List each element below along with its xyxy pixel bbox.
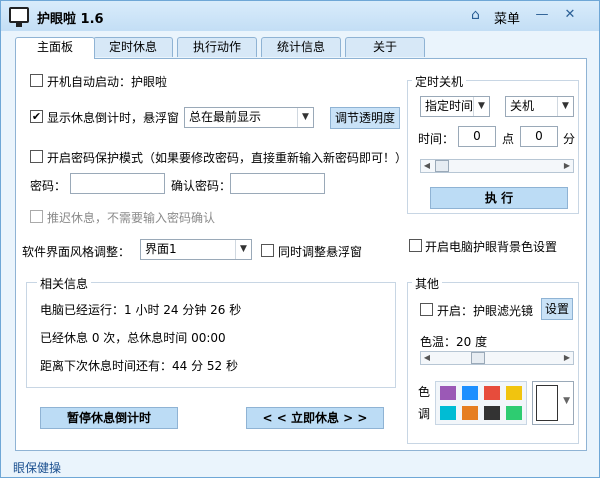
float-mode-value: 总在最前显示	[189, 110, 262, 124]
color-swatch-cyan[interactable]	[440, 406, 456, 420]
color-swatch-black[interactable]	[484, 406, 500, 420]
tab-actions[interactable]: 执行动作	[177, 37, 257, 57]
eye-exercise-link[interactable]: 眼保健操	[1, 456, 599, 477]
bg-color-checkbox[interactable]	[409, 239, 422, 252]
app-title: 护眼啦 1.6	[37, 12, 104, 27]
delay-rest-label: 推迟休息，不需要输入密码确认	[47, 211, 216, 225]
float-mode-select[interactable]: 总在最前显示 ▼	[184, 107, 314, 128]
sync-float-label: 同时调整悬浮窗	[278, 245, 363, 259]
password-field[interactable]	[70, 173, 165, 194]
opacity-button[interactable]: 调节透明度	[330, 107, 400, 129]
title-bar: 护眼啦 1.6 ⌂ 菜单 — ✕	[1, 1, 599, 31]
minute-suffix-label: 分	[563, 132, 576, 146]
color-label-top: 色	[418, 385, 431, 399]
color-palette	[435, 381, 527, 425]
other-group-title: 其他	[412, 275, 443, 292]
scroll-left-icon[interactable]: ◀	[421, 352, 433, 364]
other-group: 其他 开启：护眼滤光镜 设置 色温：20 度 ◀ ▶ 色 调 ▼	[407, 275, 579, 444]
time-label: 时间：	[418, 132, 455, 146]
color-swatch-yellow[interactable]	[506, 386, 522, 400]
shutdown-action-value: 关机	[510, 99, 535, 113]
password-mode-label: 开启密码保护模式（如果要修改密码，直接重新输入新密码即可！）	[47, 151, 408, 165]
uptime-text: 电脑已经运行：1 小时 24 分钟 26 秒	[40, 303, 242, 317]
home-icon[interactable]: ⌂	[471, 7, 480, 23]
custom-color-picker[interactable]: ▼	[532, 381, 574, 425]
minimize-button[interactable]: —	[534, 7, 550, 22]
chevron-down-icon: ▼	[563, 396, 570, 406]
tab-main[interactable]: 主面板	[15, 37, 95, 59]
show-countdown-label: 显示休息倒计时，悬浮窗	[47, 111, 180, 125]
scroll-left-icon[interactable]: ◀	[421, 160, 433, 172]
slider-thumb[interactable]	[435, 160, 449, 172]
color-swatch-blue[interactable]	[462, 386, 478, 400]
filter-settings-button[interactable]: 设置	[541, 298, 573, 320]
custom-color-preview	[536, 385, 558, 421]
eye-filter-checkbox[interactable]	[420, 303, 433, 316]
shutdown-action-select[interactable]: 关机 ▼	[505, 96, 574, 117]
show-countdown-checkbox[interactable]: ✔	[30, 110, 43, 123]
shutdown-group: 定时关机 指定时间 ▼ 关机 ▼ 时间： 0 点 0 分 ◀ ▶ 执 行	[407, 73, 579, 214]
shutdown-mode-select[interactable]: 指定时间 ▼	[420, 96, 490, 117]
main-panel: 开机自动启动：护眼啦 ✔ 显示休息倒计时，悬浮窗 总在最前显示 ▼ 调节透明度 …	[15, 58, 587, 451]
chevron-down-icon: ▼	[557, 97, 573, 116]
menu-button[interactable]: 菜单	[494, 8, 520, 27]
info-group-title: 相关信息	[37, 275, 92, 292]
close-button[interactable]: ✕	[562, 7, 578, 22]
autostart-checkbox[interactable]	[30, 74, 43, 87]
style-select[interactable]: 界面1 ▼	[140, 239, 252, 260]
rest-count-text: 已经休息 0 次，总休息时间 00:00	[40, 331, 226, 345]
scroll-right-icon[interactable]: ▶	[561, 160, 573, 172]
tab-stats[interactable]: 统计信息	[261, 37, 341, 57]
info-group: 相关信息 电脑已经运行：1 小时 24 分钟 26 秒 已经休息 0 次，总休息…	[26, 275, 396, 388]
rest-now-button[interactable]: < < 立即休息 > >	[246, 407, 384, 429]
color-swatch-green[interactable]	[506, 406, 522, 420]
minute-field[interactable]: 0	[520, 126, 558, 147]
eye-filter-label: 开启：护眼滤光镜	[437, 304, 534, 318]
color-temp-label: 色温：20 度	[420, 335, 488, 349]
app-window: 护眼啦 1.6 ⌂ 菜单 — ✕ 主面板 定时休息 执行动作 统计信息 关于 开…	[0, 0, 600, 478]
hour-field[interactable]: 0	[458, 126, 496, 147]
confirm-password-field[interactable]	[230, 173, 325, 194]
chevron-down-icon: ▼	[297, 108, 313, 127]
shutdown-time-slider[interactable]: ◀ ▶	[420, 159, 574, 173]
color-label-bottom: 调	[418, 407, 431, 421]
color-swatch-purple[interactable]	[440, 386, 456, 400]
color-temp-slider[interactable]: ◀ ▶	[420, 351, 574, 365]
pause-countdown-button[interactable]: 暂停休息倒计时	[40, 407, 178, 429]
color-swatch-orange[interactable]	[462, 406, 478, 420]
password-mode-checkbox[interactable]	[30, 150, 43, 163]
slider-thumb[interactable]	[471, 352, 485, 364]
chevron-down-icon: ▼	[473, 97, 489, 116]
next-rest-text: 距离下次休息时间还有：44 分 52 秒	[40, 359, 238, 373]
monitor-icon	[9, 7, 29, 27]
style-value: 界面1	[145, 242, 177, 256]
tab-about[interactable]: 关于	[345, 37, 425, 57]
autostart-label: 开机自动启动：护眼啦	[47, 75, 168, 89]
execute-button[interactable]: 执 行	[430, 187, 568, 209]
chevron-down-icon: ▼	[235, 240, 251, 259]
tab-timed-rest[interactable]: 定时休息	[93, 37, 173, 57]
style-label: 软件界面风格调整：	[22, 245, 131, 259]
hour-suffix-label: 点	[502, 132, 515, 146]
shutdown-mode-value: 指定时间	[425, 99, 474, 113]
shutdown-group-title: 定时关机	[412, 73, 467, 90]
scroll-right-icon[interactable]: ▶	[561, 352, 573, 364]
confirm-password-label: 确认密码：	[171, 179, 232, 193]
sync-float-checkbox[interactable]	[261, 244, 274, 257]
delay-rest-checkbox[interactable]	[30, 210, 43, 223]
password-label: 密码：	[30, 179, 67, 193]
color-swatch-red[interactable]	[484, 386, 500, 400]
bg-color-label: 开启电脑护眼背景色设置	[425, 240, 558, 254]
